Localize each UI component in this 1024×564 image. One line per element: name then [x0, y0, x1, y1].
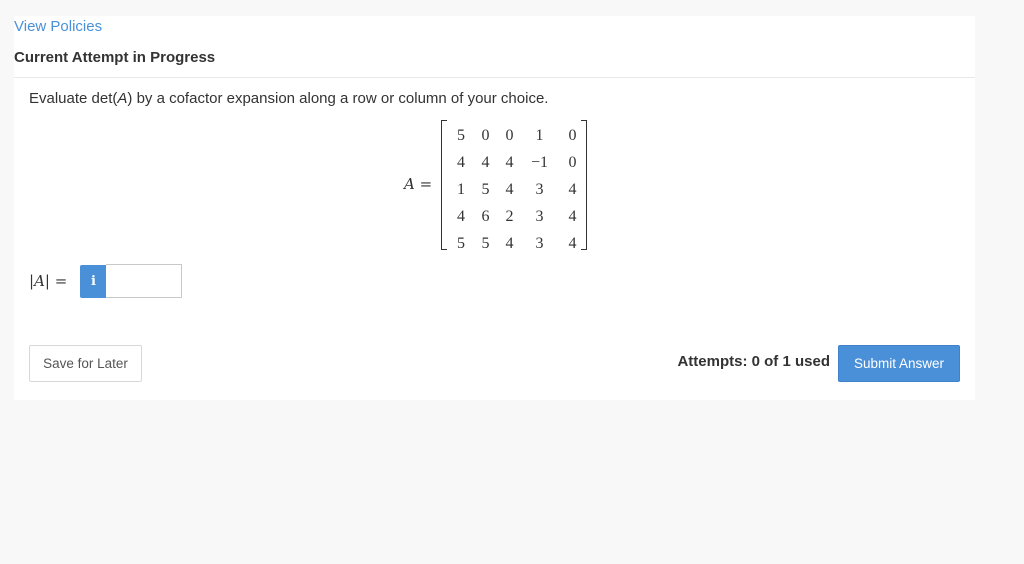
question-text-suffix: ) by a cofactor expansion along a row or… — [127, 90, 549, 107]
matrix-cell: 3 — [535, 181, 544, 198]
matrix-cell: 5 — [457, 235, 465, 252]
info-icon[interactable]: i — [80, 265, 107, 298]
matrix-cell: −1 — [530, 154, 549, 171]
view-policies-link[interactable]: View Policies — [14, 18, 102, 35]
save-for-later-button[interactable]: Save for Later — [29, 345, 142, 382]
matrix-cell: 5 — [457, 127, 465, 144]
question-text-prefix: Evaluate det( — [29, 90, 118, 107]
matrix-label: A = — [404, 175, 432, 193]
matrix-var: A — [404, 175, 415, 193]
matrix-row: 4 4 4 −1 0 — [449, 149, 587, 176]
determinant-label: |A| = — [29, 272, 67, 290]
matrix-cell: 1 — [535, 127, 544, 144]
matrix-cell: 4 — [505, 235, 514, 252]
matrix-cell: 4 — [505, 181, 514, 198]
matrix-left-bracket — [441, 120, 447, 250]
matrix-cell: 4 — [457, 208, 465, 225]
matrix-right-bracket — [581, 120, 587, 250]
det-label-close: | = — [44, 272, 68, 290]
matrix-cell: 5 — [481, 235, 490, 252]
matrix-row: 1 5 4 3 4 — [449, 176, 587, 203]
attempt-status-title: Current Attempt in Progress — [14, 49, 216, 66]
matrix-cell: 2 — [505, 208, 514, 225]
question-text-var: A — [117, 90, 128, 107]
matrix-row: 5 0 0 1 0 — [449, 122, 587, 149]
matrix-grid: 5 0 0 1 0 4 4 4 −1 0 1 5 4 3 4 4 6 2 3 4… — [449, 122, 587, 257]
matrix-cell: 3 — [535, 208, 544, 225]
matrix-cell: 0 — [481, 127, 490, 144]
matrix-cell: 4 — [505, 154, 514, 171]
matrix-cell: 1 — [457, 181, 465, 198]
det-label-var: A — [34, 272, 45, 290]
submit-answer-button[interactable]: Submit Answer — [838, 345, 960, 382]
matrix-row: 5 5 4 3 4 — [449, 230, 587, 257]
matrix-cell: 3 — [535, 235, 544, 252]
matrix: 5 0 0 1 0 4 4 4 −1 0 1 5 4 3 4 4 6 2 3 4… — [441, 120, 587, 252]
matrix-row: 4 6 2 3 4 — [449, 203, 587, 230]
attempts-counter: Attempts: 0 of 1 used — [677, 353, 830, 370]
matrix-cell: 4 — [457, 154, 465, 171]
matrix-cell: 0 — [505, 127, 514, 144]
matrix-equals: = — [414, 175, 433, 193]
header-divider — [14, 77, 975, 78]
matrix-cell: 4 — [481, 154, 490, 171]
answer-input[interactable] — [106, 264, 182, 298]
matrix-cell: 5 — [481, 181, 490, 198]
question-card: View Policies Current Attempt in Progres… — [14, 16, 975, 400]
question-prompt: Evaluate det(A) by a cofactor expansion … — [29, 90, 548, 107]
matrix-cell: 6 — [481, 208, 490, 225]
